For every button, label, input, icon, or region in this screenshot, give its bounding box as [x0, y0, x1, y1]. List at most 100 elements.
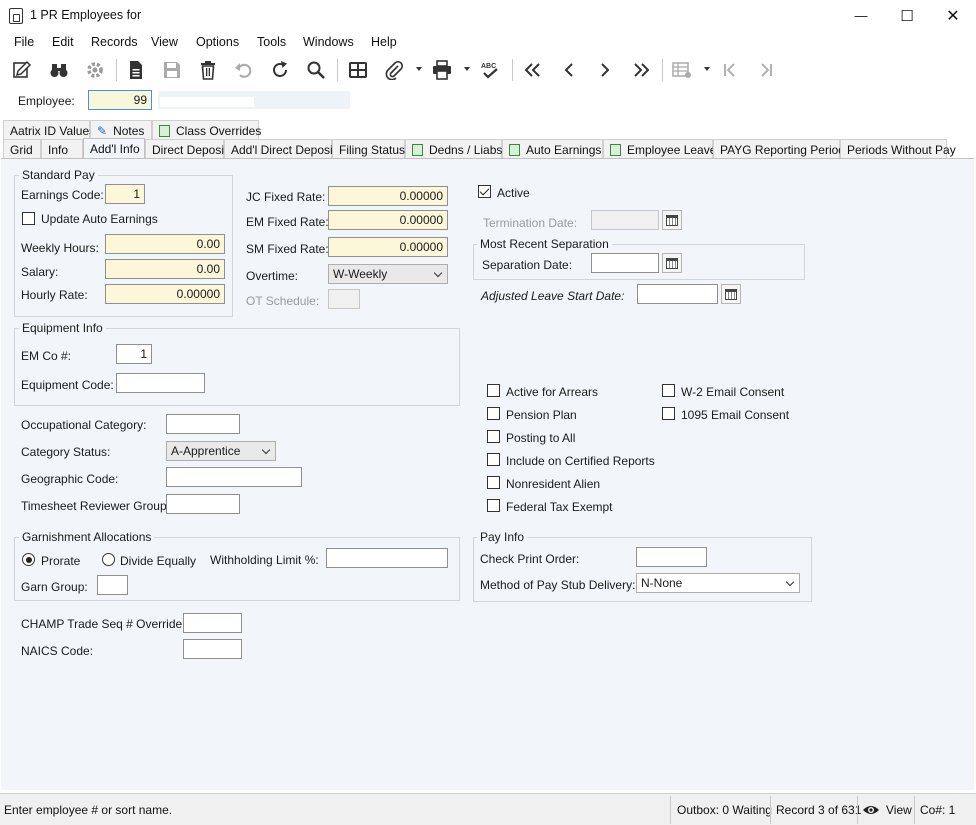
maximize-button[interactable]: ☐: [884, 0, 930, 31]
earnings-code-input[interactable]: 1: [105, 184, 145, 204]
menu-bar: File Edit Records View Options Tools Win…: [0, 33, 976, 53]
next-record-button[interactable]: [592, 55, 618, 85]
first-page-button[interactable]: [717, 55, 743, 85]
menu-help[interactable]: Help: [371, 35, 397, 49]
withholding-limit-input[interactable]: [326, 548, 448, 568]
menu-records[interactable]: Records: [91, 35, 138, 49]
tab-aatrix-id-values[interactable]: Aatrix ID Values: [3, 120, 95, 139]
new-record-button[interactable]: [123, 55, 149, 85]
separation-date-input[interactable]: [591, 253, 659, 273]
overtime-select[interactable]: W-Weekly: [328, 264, 448, 284]
previous-record-button[interactable]: [556, 55, 582, 85]
tab-notes[interactable]: ✎ Notes: [90, 120, 152, 139]
tab-payg-reporting-periods[interactable]: PAYG Reporting Periods: [713, 139, 851, 158]
update-auto-earnings-checkbox[interactable]: [22, 212, 35, 225]
adjusted-leave-start-input[interactable]: [637, 284, 718, 304]
search-button[interactable]: [303, 55, 329, 85]
first-record-button[interactable]: [520, 55, 546, 85]
employee-input[interactable]: 99: [88, 90, 152, 110]
divide-equally-radio[interactable]: [102, 553, 115, 566]
print-button[interactable]: [429, 55, 455, 85]
status-separator: [857, 796, 858, 824]
tab-auto-earnings[interactable]: Auto Earnings: [502, 139, 603, 158]
active-checkbox[interactable]: [478, 185, 491, 198]
outbox-status[interactable]: Outbox: 0 Waiting: [677, 803, 772, 817]
adjusted-leave-calendar-button[interactable]: [721, 284, 741, 304]
undo-icon: [235, 63, 252, 78]
ot-schedule-input[interactable]: [328, 289, 360, 309]
posting-to-all-checkbox[interactable]: [487, 430, 500, 443]
undo-button[interactable]: [231, 55, 257, 85]
table-settings-button[interactable]: [669, 55, 695, 85]
tab-label: Class Overrides: [176, 124, 262, 138]
menu-tools[interactable]: Tools: [257, 35, 286, 49]
w2-email-consent-checkbox[interactable]: [662, 384, 675, 397]
menu-view[interactable]: View: [151, 35, 178, 49]
menu-edit[interactable]: Edit: [52, 35, 74, 49]
menu-options[interactable]: Options: [196, 35, 239, 49]
save-button[interactable]: [159, 55, 185, 85]
tab-dedns-liabs[interactable]: Dedns / Liabs: [405, 139, 502, 158]
timesheet-reviewer-input[interactable]: [166, 494, 240, 514]
champ-trade-seq-input[interactable]: [183, 613, 242, 633]
menu-file[interactable]: File: [14, 35, 34, 49]
prorate-radio[interactable]: [22, 553, 35, 566]
attach-dropdown-icon[interactable]: [416, 67, 422, 71]
settings-button[interactable]: [82, 55, 108, 85]
last-page-button[interactable]: [753, 55, 779, 85]
tab-employee-leave[interactable]: Employee Leave: [603, 139, 716, 158]
active-for-arrears-checkbox[interactable]: [487, 384, 500, 397]
tab-filing-status[interactable]: Filing Status: [332, 139, 405, 158]
certified-reports-checkbox[interactable]: [487, 453, 500, 466]
view-mode-label[interactable]: View: [886, 803, 912, 817]
nonresident-alien-checkbox[interactable]: [487, 476, 500, 489]
hourly-rate-input[interactable]: 0.00000: [105, 284, 225, 304]
tab-direct-deposit[interactable]: Direct Deposit: [145, 139, 227, 158]
print-dropdown-icon[interactable]: [464, 67, 470, 71]
em-co-input[interactable]: 1: [116, 344, 152, 364]
1095-email-consent-checkbox[interactable]: [662, 407, 675, 420]
table-settings-dropdown-icon[interactable]: [704, 67, 710, 71]
tab-addl-info[interactable]: Add'l Info: [83, 138, 145, 159]
geographic-code-input[interactable]: [166, 467, 302, 487]
federal-tax-exempt-checkbox[interactable]: [487, 499, 500, 512]
timesheet-reviewer-label: Timesheet Reviewer Group:: [21, 499, 170, 513]
weekly-hours-input[interactable]: 0.00: [105, 234, 225, 254]
eye-icon[interactable]: [862, 803, 880, 817]
federal-tax-exempt-label: Federal Tax Exempt: [506, 500, 613, 514]
overtime-label: Overtime:: [246, 269, 299, 283]
pension-plan-checkbox[interactable]: [487, 407, 500, 420]
tab-addl-direct-deposits[interactable]: Add'l Direct Deposits: [224, 139, 342, 158]
separation-calendar-button[interactable]: [662, 253, 682, 273]
tab-label: Periods Without Pay: [847, 143, 956, 157]
check-print-order-input[interactable]: [636, 547, 707, 567]
tab-class-overrides[interactable]: Class Overrides: [152, 120, 262, 139]
occupational-category-input[interactable]: [166, 414, 240, 434]
pay-stub-delivery-select[interactable]: N-None: [636, 573, 800, 593]
edit-record-button[interactable]: [9, 55, 35, 85]
attach-button[interactable]: [381, 55, 407, 85]
garn-group-input[interactable]: [97, 575, 128, 595]
salary-input[interactable]: 0.00: [105, 259, 225, 279]
tab-info[interactable]: Info: [41, 139, 83, 158]
sm-fixed-rate-input[interactable]: 0.00000: [328, 237, 448, 257]
termination-calendar-button[interactable]: [662, 210, 682, 230]
menu-windows[interactable]: Windows: [303, 35, 354, 49]
category-status-select[interactable]: A-Apprentice: [166, 441, 276, 461]
minimize-button[interactable]: —: [838, 0, 884, 31]
sheet-icon: [509, 144, 520, 156]
delete-button[interactable]: [195, 55, 221, 85]
em-fixed-rate-input[interactable]: 0.00000: [328, 210, 448, 230]
refresh-button[interactable]: [267, 55, 293, 85]
jc-fixed-rate-input[interactable]: 0.00000: [328, 186, 448, 206]
close-button[interactable]: ✕: [930, 0, 976, 31]
last-record-button[interactable]: [628, 55, 654, 85]
equipment-code-input[interactable]: [116, 373, 205, 393]
spellcheck-button[interactable]: ABC: [477, 55, 503, 85]
naics-code-input[interactable]: [183, 639, 242, 659]
grid-view-button[interactable]: [345, 55, 371, 85]
tab-periods-without-pay[interactable]: Periods Without Pay: [840, 139, 956, 158]
tab-grid[interactable]: Grid: [3, 139, 41, 158]
termination-date-input[interactable]: [591, 210, 659, 230]
find-button[interactable]: [46, 55, 72, 85]
